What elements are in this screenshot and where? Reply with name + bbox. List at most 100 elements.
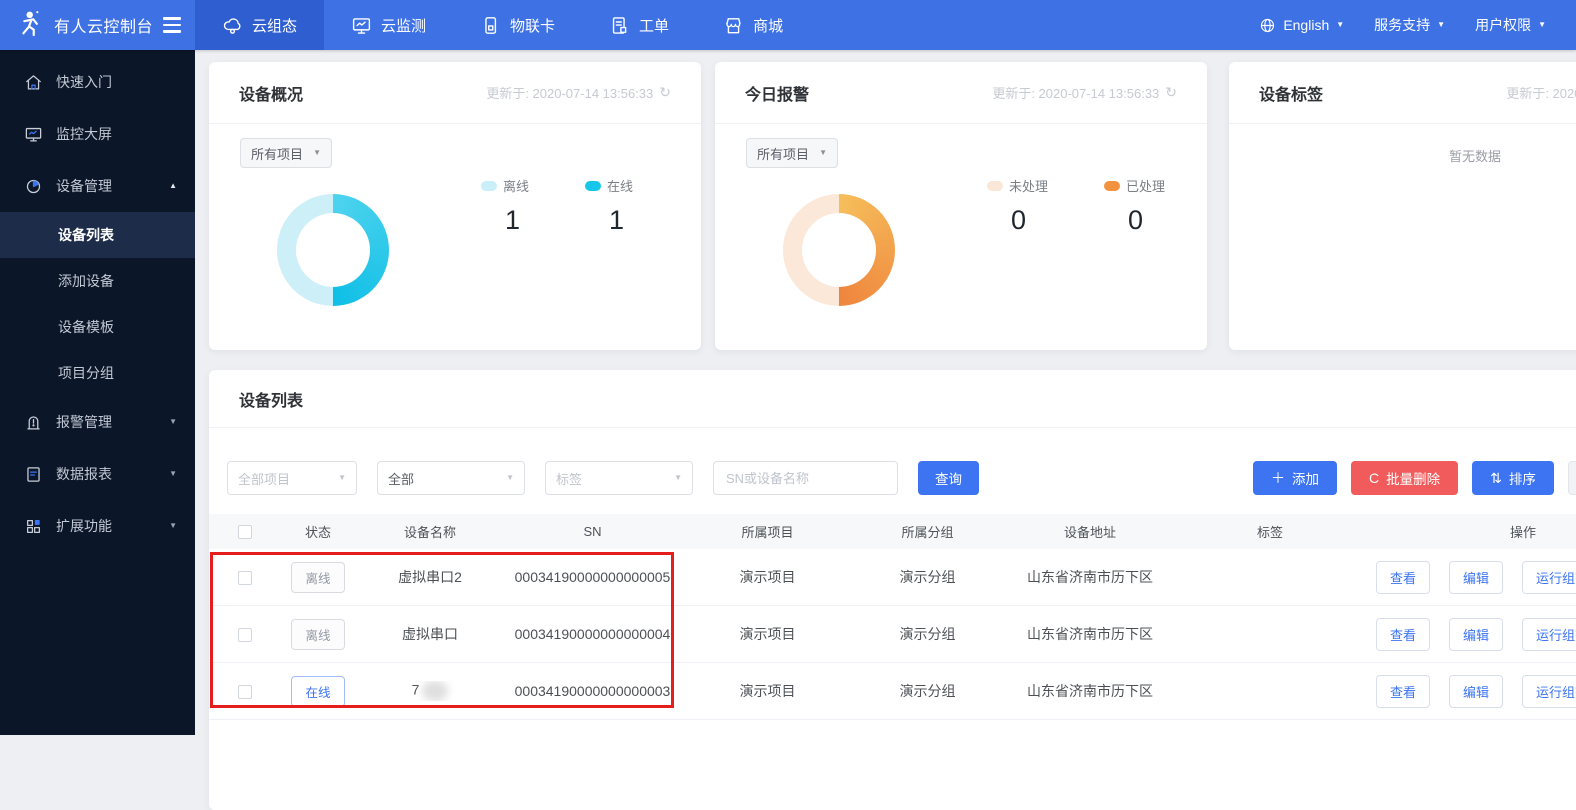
nav-tab-3[interactable]: 物联卡 xyxy=(453,0,582,50)
search-input[interactable] xyxy=(713,461,898,495)
device-icon xyxy=(24,177,43,196)
device-tags-card: 设备标签 更新于: 2020-07-14 13:56:33 ↻ 暂无数据 xyxy=(1229,62,1576,350)
project-filter-select[interactable]: 全部项目 ▼ xyxy=(227,461,357,495)
chevron-down-icon: ▼ xyxy=(313,149,321,157)
menu-collapse-icon[interactable] xyxy=(163,17,181,33)
address-cell: 山东省济南市历下区 xyxy=(1000,624,1180,644)
legend-value: 0 xyxy=(987,205,1048,236)
sidebar-item-label: 数据报表 xyxy=(56,464,112,484)
device-list-card: 设备列表 全部项目 ▼ 全部 ▼ 标签 ▼ 查询 ＋添加 C 批量删除 ⇅ 排序 xyxy=(209,370,1576,810)
sidebar-item-2[interactable]: 监控大屏 xyxy=(0,108,195,160)
sidebar-subitem-3-2[interactable]: 添加设备 xyxy=(0,258,195,304)
select-all-cell xyxy=(209,524,281,540)
address-cell: 山东省济南市历下区 xyxy=(1000,567,1180,587)
cloud-icon xyxy=(222,15,243,36)
sidebar-item-5[interactable]: 数据报表▼ xyxy=(0,448,195,500)
legend-value: 1 xyxy=(585,205,633,236)
view-button[interactable]: 查看 xyxy=(1376,675,1430,708)
project-cell: 演示项目 xyxy=(680,681,855,701)
run-scada-button[interactable]: 运行组态 xyxy=(1522,561,1576,594)
refresh-icon[interactable]: ↻ xyxy=(1165,84,1177,101)
legend-swatch xyxy=(1104,181,1120,191)
edit-button[interactable]: 编辑 xyxy=(1449,618,1503,651)
row-select-cell xyxy=(209,569,281,585)
top-menu-2[interactable]: 服务支持▼ xyxy=(1374,15,1445,35)
run-scada-button[interactable]: 运行组态 xyxy=(1522,618,1576,651)
sidebar-item-3[interactable]: 设备管理▲ xyxy=(0,160,195,212)
column-header-2: 设备名称 xyxy=(355,522,505,541)
column-header-5: 所属分组 xyxy=(855,522,1000,541)
top-menu-label: 用户权限 xyxy=(1475,15,1531,35)
section-title: 设备列表 xyxy=(239,387,303,411)
clipped-edge-button[interactable] xyxy=(1568,461,1576,495)
top-menu-label: 服务支持 xyxy=(1374,15,1430,35)
nav-tab-5[interactable]: 商城 xyxy=(696,0,810,50)
edit-button[interactable]: 编辑 xyxy=(1449,675,1503,708)
device-status-donut-chart xyxy=(277,194,389,306)
report-icon xyxy=(24,465,43,484)
device-name-cell: 虚拟串口 xyxy=(355,624,505,644)
row-checkbox[interactable] xyxy=(238,628,252,642)
column-header-1: 状态 xyxy=(281,522,355,541)
legend-value: 0 xyxy=(1104,205,1165,236)
legend-value: 1 xyxy=(481,205,529,236)
batch-delete-icon: C xyxy=(1369,470,1379,486)
nav-tab-2[interactable]: 云监测 xyxy=(324,0,453,50)
top-menu-3[interactable]: 用户权限▼ xyxy=(1475,15,1546,35)
sidebar-item-label: 设备管理 xyxy=(56,176,112,196)
column-header-6: 设备地址 xyxy=(1000,522,1180,541)
work-order-icon xyxy=(609,15,630,36)
chevron-down-icon: ▼ xyxy=(819,149,827,157)
device-name-cell: 7 xyxy=(355,681,505,701)
chevron-down-icon: ▼ xyxy=(1336,21,1344,29)
sidebar-subitem-3-4[interactable]: 项目分组 xyxy=(0,350,195,396)
view-button[interactable]: 查看 xyxy=(1376,618,1430,651)
status-cell: 离线 xyxy=(281,619,355,650)
updated-timestamp: 更新于: 2020-07-14 13:56:33 ↻ xyxy=(1506,83,1576,102)
nav-tab-label: 物联卡 xyxy=(510,15,555,36)
sidebar-item-4[interactable]: 报警管理▼ xyxy=(0,396,195,448)
batch-delete-button[interactable]: C 批量删除 xyxy=(1351,461,1458,495)
sidebar-subitem-3-3[interactable]: 设备模板 xyxy=(0,304,195,350)
card-title: 今日报警 xyxy=(745,81,809,105)
status-badge: 在线 xyxy=(291,676,344,707)
action-button-label: 批量删除 xyxy=(1386,468,1440,488)
project-cell: 演示项目 xyxy=(680,567,855,587)
alarm-icon xyxy=(24,413,43,432)
edit-button[interactable]: 编辑 xyxy=(1449,561,1503,594)
table-row: 在线700034190000000000003演示项目演示分组山东省济南市历下区… xyxy=(209,663,1576,720)
row-checkbox[interactable] xyxy=(238,571,252,585)
action-button-label: 排序 xyxy=(1509,468,1536,488)
refresh-icon[interactable]: ↻ xyxy=(659,84,671,101)
run-scada-button[interactable]: 运行组态 xyxy=(1522,675,1576,708)
app-title: 有人云控制台 xyxy=(54,13,153,37)
top-menu-1[interactable]: English▼ xyxy=(1259,17,1344,34)
select-all-checkbox[interactable] xyxy=(238,525,252,539)
sidebar-item-1[interactable]: 快速入门 xyxy=(0,56,195,108)
main-content: 设备概况 更新于: 2020-07-14 13:56:33 ↻ 所有项目 ▼ 离… xyxy=(195,50,1576,735)
row-checkbox[interactable] xyxy=(238,685,252,699)
status-filter-select[interactable]: 全部 ▼ xyxy=(377,461,525,495)
sidebar-subitem-3-1[interactable]: 设备列表 xyxy=(0,212,195,258)
table-header-row: 状态设备名称SN所属项目所属分组设备地址标签操作 xyxy=(209,514,1576,549)
project-cell: 演示项目 xyxy=(680,624,855,644)
nav-tab-label: 商城 xyxy=(753,15,783,36)
legend-swatch xyxy=(585,181,601,191)
add-button[interactable]: ＋添加 xyxy=(1253,461,1337,495)
view-button[interactable]: 查看 xyxy=(1376,561,1430,594)
project-filter-select[interactable]: 所有项目 ▼ xyxy=(746,138,838,168)
status-badge: 离线 xyxy=(291,619,344,650)
group-cell: 演示分组 xyxy=(855,681,1000,701)
sort-icon: ⇅ xyxy=(1490,470,1502,487)
nav-tab-4[interactable]: 工单 xyxy=(582,0,696,50)
project-filter-select[interactable]: 所有项目 ▼ xyxy=(240,138,332,168)
mall-icon xyxy=(723,15,744,36)
tag-filter-select[interactable]: 标签 ▼ xyxy=(545,461,693,495)
sort-button[interactable]: ⇅ 排序 xyxy=(1472,461,1554,495)
top-navigation-bar: 有人云控制台 云组态云监测物联卡工单商城 English▼服务支持▼用户权限▼ xyxy=(0,0,1576,50)
query-button[interactable]: 查询 xyxy=(918,461,979,495)
chevron-down-icon: ▼ xyxy=(338,474,346,482)
nav-tab-1[interactable]: 云组态 xyxy=(195,0,324,50)
donut-legend: 未处理0已处理0 xyxy=(987,176,1165,236)
sidebar-item-6[interactable]: 扩展功能▼ xyxy=(0,500,195,552)
